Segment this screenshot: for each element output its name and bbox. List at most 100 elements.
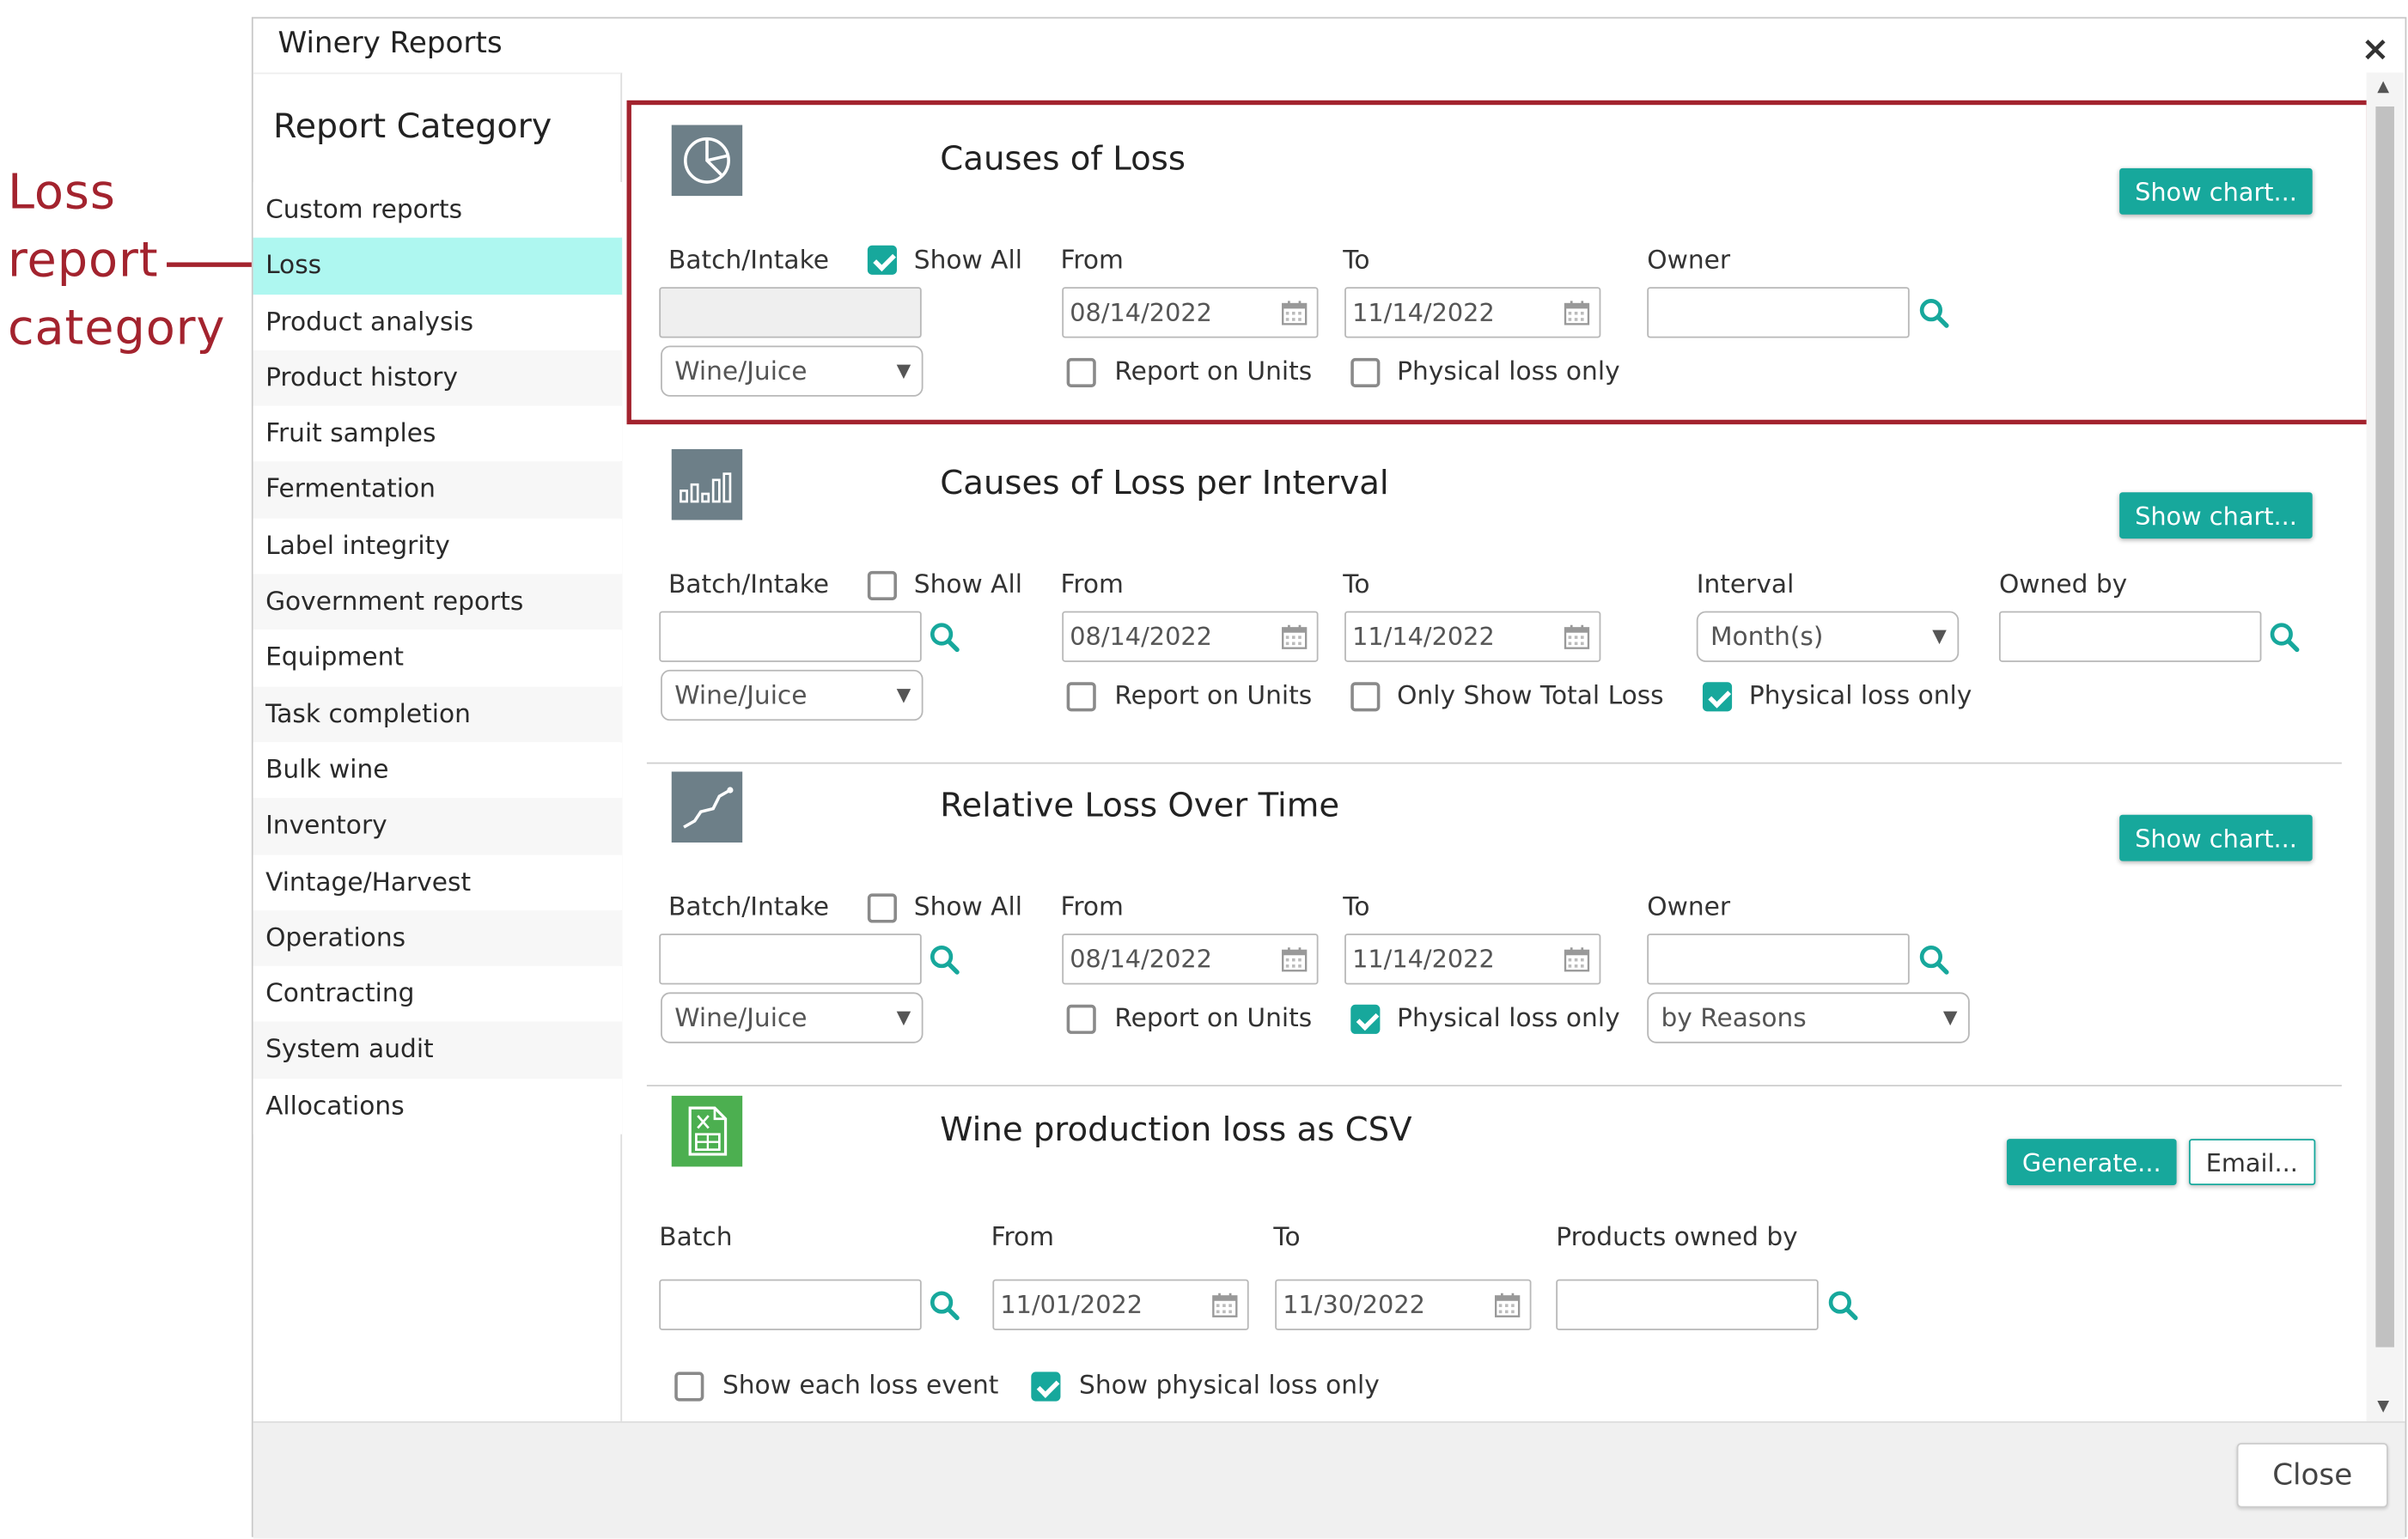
- sidebar-item-contracting[interactable]: Contracting: [253, 966, 623, 1023]
- per-interval-total-loss-label: Only Show Total Loss: [1397, 680, 1664, 710]
- csv-to-label: To: [1273, 1222, 1301, 1252]
- causes-of-loss-to-label: To: [1343, 245, 1370, 275]
- sidebar-item-vintage-harvest[interactable]: Vintage/Harvest: [253, 854, 623, 910]
- calendar-icon[interactable]: [1494, 1292, 1521, 1318]
- close-icon[interactable]: ×: [2361, 31, 2389, 70]
- vertical-scrollbar[interactable]: ▲ ▼: [2366, 72, 2404, 1421]
- csv-each-event-checkbox[interactable]: [674, 1372, 704, 1402]
- sidebar-item-system-audit[interactable]: System audit: [253, 1022, 623, 1079]
- sidebar-item-operations[interactable]: Operations: [253, 909, 623, 967]
- csv-from-date[interactable]: 11/01/2022: [992, 1279, 1249, 1330]
- search-icon[interactable]: [1917, 296, 1952, 331]
- csv-batch-input[interactable]: [659, 1279, 922, 1330]
- sidebar-item-fruit-samples[interactable]: Fruit samples: [253, 405, 623, 463]
- scrollbar-thumb[interactable]: [2375, 106, 2394, 1347]
- calendar-icon[interactable]: [1564, 624, 1590, 650]
- relative-loss-show-chart-button[interactable]: Show chart...: [2119, 814, 2313, 861]
- calendar-icon[interactable]: [1281, 300, 1308, 326]
- sidebar-item-equipment[interactable]: Equipment: [253, 630, 623, 687]
- report-category-sidebar: Report Category Custom reports Loss Produc…: [253, 72, 623, 1421]
- search-icon[interactable]: [928, 1288, 962, 1323]
- search-icon[interactable]: [2268, 620, 2302, 654]
- csv-to-date[interactable]: 11/30/2022: [1275, 1279, 1532, 1330]
- select-value: Wine/Juice: [674, 1002, 808, 1033]
- relative-loss-from-date[interactable]: 08/14/2022: [1062, 934, 1319, 985]
- per-interval-batch-label: Batch/Intake: [668, 569, 829, 599]
- relative-loss-batch-input[interactable]: [659, 934, 922, 985]
- per-interval-report-units-checkbox[interactable]: [1066, 682, 1096, 712]
- relative-loss-to-date[interactable]: 11/14/2022: [1344, 934, 1601, 985]
- date-value: 11/01/2022: [1000, 1290, 1143, 1320]
- per-interval-report-units-label: Report on Units: [1114, 680, 1313, 710]
- causes-of-loss-physical-checkbox[interactable]: [1350, 357, 1381, 388]
- sidebar-item-government-reports[interactable]: Government reports: [253, 574, 623, 630]
- per-interval-show-all-label: Show All: [913, 569, 1022, 599]
- relative-loss-show-all-checkbox[interactable]: [867, 893, 897, 923]
- csv-physical-checkbox[interactable]: [1031, 1372, 1061, 1402]
- calendar-icon[interactable]: [1212, 1292, 1239, 1318]
- per-interval-owned-by-input[interactable]: [1998, 611, 2262, 662]
- sidebar-item-task-completion[interactable]: Task completion: [253, 686, 623, 743]
- sidebar-item-allocations[interactable]: Allocations: [253, 1078, 623, 1134]
- category-list: Custom reports Loss Product analysis Produc…: [253, 182, 623, 1134]
- causes-of-loss-physical-label: Physical loss only: [1397, 356, 1620, 386]
- sidebar-item-label-integrity[interactable]: Label integrity: [253, 518, 623, 575]
- relative-loss-type-select[interactable]: Wine/Juice ▼: [661, 992, 924, 1043]
- per-interval-physical-checkbox[interactable]: [1702, 682, 1733, 712]
- annotation-line-2: report: [7, 233, 159, 289]
- calendar-icon[interactable]: [1281, 946, 1308, 972]
- relative-loss-group-select[interactable]: by Reasons ▼: [1647, 992, 1970, 1043]
- line-chart-icon: [671, 771, 743, 843]
- chevron-down-icon: ▼: [896, 359, 911, 381]
- sidebar-item-custom-reports[interactable]: Custom reports: [253, 182, 623, 239]
- date-value: 11/14/2022: [1352, 622, 1495, 652]
- sidebar-item-bulk-wine[interactable]: Bulk wine: [253, 742, 623, 799]
- search-icon[interactable]: [928, 943, 962, 977]
- search-icon[interactable]: [1826, 1288, 1861, 1323]
- per-interval-to-date[interactable]: 11/14/2022: [1344, 611, 1601, 662]
- relative-loss-owner-input[interactable]: [1647, 934, 1910, 985]
- per-interval-type-select[interactable]: Wine/Juice ▼: [661, 669, 924, 721]
- causes-of-loss-report-units-label: Report on Units: [1114, 356, 1313, 386]
- per-interval-batch-input[interactable]: [659, 611, 922, 662]
- calendar-icon[interactable]: [1564, 300, 1590, 326]
- causes-of-loss-owner-input[interactable]: [1647, 287, 1910, 338]
- search-icon[interactable]: [928, 620, 962, 654]
- per-interval-interval-select[interactable]: Month(s) ▼: [1696, 611, 1960, 662]
- csv-email-button[interactable]: Email...: [2188, 1139, 2315, 1185]
- per-interval-show-chart-button[interactable]: Show chart...: [2119, 492, 2313, 539]
- relative-loss-physical-label: Physical loss only: [1397, 1002, 1620, 1033]
- per-interval-from-date[interactable]: 08/14/2022: [1062, 611, 1319, 662]
- date-value: 08/14/2022: [1070, 297, 1212, 327]
- csv-generate-button[interactable]: Generate...: [2006, 1139, 2177, 1185]
- per-interval-total-loss-checkbox[interactable]: [1350, 682, 1381, 712]
- causes-of-loss-show-all-checkbox[interactable]: [867, 245, 897, 275]
- per-interval-show-all-checkbox[interactable]: [867, 570, 897, 600]
- causes-of-loss-report-units-checkbox[interactable]: [1066, 357, 1096, 388]
- per-interval-from-label: From: [1060, 569, 1124, 599]
- calendar-icon[interactable]: [1281, 624, 1308, 650]
- causes-of-loss-from-date[interactable]: 08/14/2022: [1062, 287, 1319, 338]
- csv-products-owned-input[interactable]: [1556, 1279, 1819, 1330]
- sidebar-item-product-history[interactable]: Product history: [253, 350, 623, 406]
- causes-of-loss-type-select[interactable]: Wine/Juice ▼: [661, 345, 924, 397]
- sidebar-item-product-analysis[interactable]: Product analysis: [253, 294, 623, 350]
- relative-loss-to-label: To: [1343, 891, 1370, 922]
- causes-of-loss-to-date[interactable]: 11/14/2022: [1344, 287, 1601, 338]
- relative-loss-physical-checkbox[interactable]: [1350, 1004, 1381, 1034]
- search-icon[interactable]: [1917, 943, 1952, 977]
- sidebar-item-fermentation[interactable]: Fermentation: [253, 462, 623, 519]
- sidebar-item-loss[interactable]: Loss: [253, 238, 623, 295]
- causes-of-loss-batch-input[interactable]: [659, 287, 922, 338]
- calendar-icon[interactable]: [1564, 946, 1590, 972]
- relative-loss-report-units-checkbox[interactable]: [1066, 1004, 1096, 1034]
- annotation-line-3: category: [7, 301, 226, 357]
- relative-loss-from-label: From: [1060, 891, 1124, 922]
- close-button[interactable]: Close: [2236, 1443, 2388, 1508]
- section-divider: [646, 762, 2342, 764]
- scroll-up-icon[interactable]: ▲: [2377, 79, 2389, 96]
- csv-physical-label: Show physical loss only: [1079, 1370, 1380, 1400]
- causes-of-loss-show-chart-button[interactable]: Show chart...: [2119, 167, 2313, 215]
- sidebar-item-inventory[interactable]: Inventory: [253, 798, 623, 855]
- scroll-down-icon[interactable]: ▼: [2377, 1398, 2389, 1415]
